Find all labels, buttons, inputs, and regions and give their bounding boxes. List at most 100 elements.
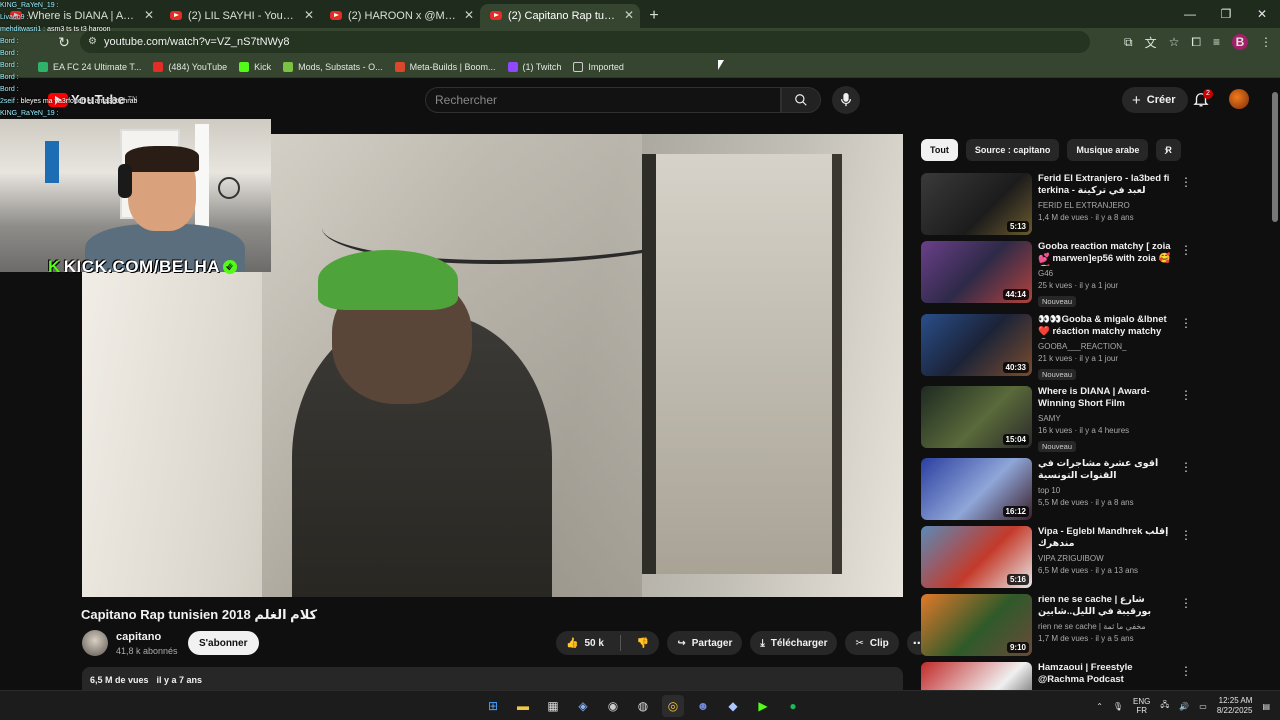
more-vertical-icon[interactable]: ⋮ bbox=[1180, 596, 1192, 610]
bookmark-mods[interactable]: Mods, Substats - O... bbox=[283, 61, 383, 72]
create-button[interactable]: + Créer bbox=[1122, 87, 1188, 113]
recommendation-title[interactable]: أقوى عشرة مشاجرات في القنوات التونسية bbox=[1038, 458, 1178, 482]
voice-search-button[interactable] bbox=[832, 86, 860, 114]
video-thumbnail[interactable]: 44:14 bbox=[921, 241, 1032, 303]
restore-icon[interactable]: ❐ bbox=[1208, 0, 1244, 28]
more-vertical-icon[interactable]: ⋮ bbox=[1180, 243, 1192, 257]
thumbs-up-icon: 👍 bbox=[566, 637, 579, 649]
close-tab-icon[interactable]: ✕ bbox=[464, 8, 474, 22]
chevron-right-icon[interactable]: › bbox=[1164, 142, 1169, 158]
recommendation-item[interactable]: Hamzaoui | Freestyle @Rachma Podcast ⋮ bbox=[921, 662, 1261, 690]
more-vertical-icon[interactable]: ⋮ bbox=[1180, 316, 1192, 330]
account-avatar[interactable] bbox=[1229, 89, 1249, 109]
chrome-icon[interactable]: ◎ bbox=[662, 695, 684, 717]
more-vertical-icon[interactable]: ⋮ bbox=[1180, 460, 1192, 474]
search-button[interactable] bbox=[781, 87, 821, 113]
kick-logo-icon: K bbox=[48, 257, 61, 276]
steam-icon[interactable]: ◈ bbox=[572, 695, 594, 717]
more-vertical-icon[interactable]: ⋮ bbox=[1180, 175, 1192, 189]
share-icon: ↪ bbox=[677, 637, 686, 649]
windows-start-icon[interactable]: ⊞ bbox=[482, 695, 504, 717]
subscribe-button[interactable]: S'abonner bbox=[188, 631, 259, 655]
bookmark-imported[interactable]: Imported bbox=[573, 61, 624, 72]
chip-all[interactable]: Tout bbox=[921, 139, 958, 161]
recommendation-title[interactable]: Gooba reaction matchy [ zoia 💕 marwen]ep… bbox=[1038, 241, 1178, 266]
recommendation-title[interactable]: rien ne se cache | شارع بورقيبة في الليل… bbox=[1038, 594, 1178, 619]
search-input[interactable]: Rechercher bbox=[425, 87, 781, 113]
obs-icon[interactable]: ◉ bbox=[602, 695, 624, 717]
dislike-button[interactable]: 👎 bbox=[627, 631, 659, 655]
address-bar[interactable]: ⚙ youtube.com/watch?v=VZ_nS7tNWy8 bbox=[80, 31, 1090, 53]
more-vertical-icon[interactable]: ⋮ bbox=[1180, 388, 1192, 402]
install-app-icon[interactable]: ⧉ bbox=[1124, 35, 1133, 50]
close-tab-icon[interactable]: ✕ bbox=[624, 8, 634, 22]
chip-source[interactable]: Source : capitano bbox=[965, 139, 1060, 161]
recommendation-item[interactable]: 15:04 Where is DIANA | Award-Winning Sho… bbox=[921, 386, 1261, 452]
volume-icon[interactable]: 🔊 bbox=[1179, 702, 1189, 711]
recommendation-title[interactable]: Ferid El Extranjero - la3bed fi terkina … bbox=[1038, 173, 1178, 197]
chip-arabic-music[interactable]: Musique arabe bbox=[1067, 139, 1149, 161]
download-button[interactable]: ⤓ Télécharger bbox=[750, 631, 838, 655]
steam-alt-icon[interactable]: ◆ bbox=[722, 695, 744, 717]
media-control-icon[interactable]: ≡ bbox=[1213, 35, 1220, 49]
more-vertical-icon[interactable]: ⋮ bbox=[1180, 664, 1192, 678]
bookmark-meta-builds[interactable]: Meta-Builds | Boom... bbox=[394, 61, 496, 72]
share-button[interactable]: ↪ Partager bbox=[667, 631, 743, 655]
language-indicator[interactable]: ENG FR bbox=[1133, 697, 1150, 715]
recommendation-item[interactable]: 9:10 rien ne se cache | شارع بورقيبة في … bbox=[921, 594, 1261, 658]
store-icon[interactable]: ▦ bbox=[542, 695, 564, 717]
close-window-icon[interactable]: ✕ bbox=[1244, 0, 1280, 28]
recommendation-channel: rien ne se cache | مخفي ما ثمة bbox=[1038, 622, 1146, 631]
more-vertical-icon[interactable]: ⋮ bbox=[1180, 528, 1192, 542]
bookmark-twitch[interactable]: (1) Twitch bbox=[507, 61, 561, 72]
file-explorer-icon[interactable]: ▬ bbox=[512, 695, 534, 717]
video-thumbnail[interactable]: 5:16 bbox=[921, 526, 1032, 588]
chrome-menu-icon[interactable]: ⋮ bbox=[1260, 35, 1272, 49]
chevron-up-icon[interactable]: ⌃ bbox=[1096, 702, 1103, 711]
channel-name[interactable]: capitano bbox=[116, 631, 161, 643]
video-thumbnail[interactable]: 16:12 bbox=[921, 458, 1032, 520]
kick-taskbar-icon[interactable]: ▶ bbox=[752, 695, 774, 717]
bookmark-kick[interactable]: Kick bbox=[239, 61, 271, 72]
youtube-favicon-icon bbox=[490, 11, 502, 20]
video-thumbnail[interactable]: 9:10 bbox=[921, 594, 1032, 656]
video-thumbnail[interactable]: 40:33 bbox=[921, 314, 1032, 376]
recommendation-title[interactable]: Hamzaoui | Freestyle @Rachma Podcast bbox=[1038, 662, 1178, 686]
browser-tab-1[interactable]: (2) LIL SAYHI - YouTube ✕ bbox=[160, 4, 320, 28]
close-tab-icon[interactable]: ✕ bbox=[304, 8, 314, 22]
network-icon[interactable]: 🖧 bbox=[1160, 699, 1169, 713]
recommendation-item[interactable]: 5:16 Vipa - Eglebl Mandhrek إقلب مندهرك … bbox=[921, 526, 1261, 590]
app-icon[interactable]: ◍ bbox=[632, 695, 654, 717]
minimize-icon[interactable]: — bbox=[1172, 0, 1208, 28]
recommendation-item[interactable]: 5:13 Ferid El Extranjero - la3bed fi ter… bbox=[921, 173, 1261, 237]
system-clock[interactable]: 12:25 AM 8/22/2025 bbox=[1217, 696, 1253, 716]
tray-mic-icon[interactable]: 🎙 bbox=[1113, 702, 1123, 711]
video-thumbnail[interactable]: 15:04 bbox=[921, 386, 1032, 448]
spotify-icon[interactable]: ● bbox=[782, 695, 804, 717]
cam-background-arcade bbox=[45, 141, 59, 183]
notification-center-icon[interactable]: ▤ bbox=[1262, 702, 1270, 711]
recommendation-item[interactable]: 16:12 أقوى عشرة مشاجرات في القنوات التون… bbox=[921, 458, 1261, 522]
video-thumbnail[interactable]: 5:13 bbox=[921, 173, 1032, 235]
clip-button[interactable]: ✂ Clip bbox=[845, 631, 899, 655]
page-scrollbar[interactable] bbox=[1271, 82, 1279, 690]
browser-tab-2[interactable]: (2) HAROON x @MEGBEATZ - !✕ bbox=[320, 4, 480, 28]
profile-avatar[interactable]: B bbox=[1232, 34, 1248, 50]
like-button[interactable]: 👍 50 k bbox=[556, 631, 614, 655]
video-thumbnail[interactable] bbox=[921, 662, 1032, 690]
bookmark-star-icon[interactable]: ☆ bbox=[1169, 35, 1180, 49]
recommendation-title[interactable]: 👀👀Gooba & migalo &lbnet ❤️ réaction matc… bbox=[1038, 314, 1178, 339]
recommendation-item[interactable]: 44:14 Gooba reaction matchy [ zoia 💕 mar… bbox=[921, 241, 1261, 307]
discord-icon[interactable]: ☻ bbox=[692, 695, 714, 717]
new-tab-button[interactable]: + bbox=[640, 4, 668, 28]
translate-icon[interactable]: 文 bbox=[1145, 34, 1157, 51]
recommendation-title[interactable]: Vipa - Eglebl Mandhrek إقلب مندهرك bbox=[1038, 526, 1178, 550]
extensions-icon[interactable]: ⧠ bbox=[1191, 35, 1201, 50]
plus-icon: + bbox=[1132, 91, 1141, 109]
browser-tab-3[interactable]: (2) Capitano Rap tunisien 2(✕ bbox=[480, 4, 640, 28]
recommendation-item[interactable]: 40:33 👀👀Gooba & migalo &lbnet ❤️ réactio… bbox=[921, 314, 1261, 380]
recommendation-title[interactable]: Where is DIANA | Award-Winning Short Fil… bbox=[1038, 386, 1178, 410]
battery-icon[interactable]: ▭ bbox=[1199, 702, 1207, 711]
channel-avatar[interactable] bbox=[82, 630, 108, 656]
scrollbar-thumb[interactable] bbox=[1272, 92, 1278, 222]
